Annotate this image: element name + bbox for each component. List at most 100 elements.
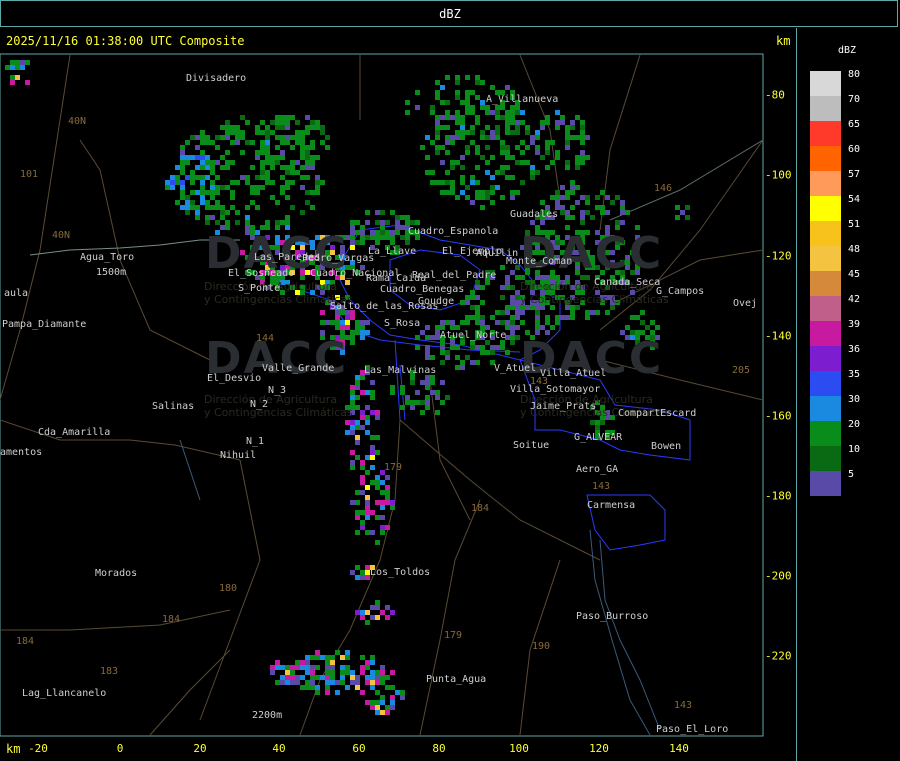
echo-pixel — [375, 675, 380, 680]
echo-pixel — [310, 670, 315, 675]
echo-pixel — [470, 200, 475, 205]
echo-pixel — [455, 365, 460, 370]
echo-pixel — [570, 125, 575, 130]
echo-pixel — [440, 160, 445, 165]
echo-pixel — [510, 175, 515, 180]
echo-pixel — [390, 700, 395, 705]
echo-pixel — [545, 165, 550, 170]
echo-pixel — [500, 115, 505, 120]
echo-pixel — [260, 175, 265, 180]
echo-pixel — [455, 115, 460, 120]
echo-pixel — [295, 160, 300, 165]
echo-pixel — [415, 400, 420, 405]
echo-pixel — [485, 145, 490, 150]
echo-pixel — [470, 290, 475, 295]
echo-pixel — [305, 665, 310, 670]
echo-pixel — [385, 220, 390, 225]
echo-pixel — [190, 205, 195, 210]
route-label: 205 — [732, 365, 751, 376]
echo-pixel — [325, 655, 330, 660]
echo-pixel — [505, 350, 510, 355]
echo-pixel — [540, 120, 545, 125]
echo-pixel — [520, 110, 525, 115]
echo-pixel — [370, 230, 375, 235]
echo-pixel — [505, 165, 510, 170]
route-label: 184 — [471, 503, 490, 514]
echo-pixel — [565, 210, 570, 215]
echo-pixel — [205, 190, 210, 195]
echo-pixel — [375, 410, 380, 415]
echo-pixel — [350, 330, 355, 335]
radar-map[interactable] — [0, 0, 797, 761]
echo-pixel — [375, 670, 380, 675]
echo-pixel — [290, 205, 295, 210]
echo-pixel — [355, 675, 360, 680]
echo-pixel — [435, 125, 440, 130]
echo-pixel — [325, 135, 330, 140]
place-label: N_2 — [250, 399, 269, 410]
echo-pixel — [465, 110, 470, 115]
echo-pixel — [315, 690, 320, 695]
echo-pixel — [515, 145, 520, 150]
echo-pixel — [255, 205, 260, 210]
echo-pixel — [275, 115, 280, 120]
echo-pixel — [450, 135, 455, 140]
echo-pixel — [370, 480, 375, 485]
echo-pixel — [285, 140, 290, 145]
echo-pixel — [375, 450, 380, 455]
echo-pixel — [475, 150, 480, 155]
echo-pixel — [185, 210, 190, 215]
echo-pixel — [300, 685, 305, 690]
echo-pixel — [535, 130, 540, 135]
echo-pixel — [480, 205, 485, 210]
echo-pixel — [255, 155, 260, 160]
echo-pixel — [580, 195, 585, 200]
echo-pixel — [355, 680, 360, 685]
echo-pixel — [440, 360, 445, 365]
echo-pixel — [375, 480, 380, 485]
echo-pixel — [365, 665, 370, 670]
echo-pixel — [205, 155, 210, 160]
echo-pixel — [375, 485, 380, 490]
echo-pixel — [315, 125, 320, 130]
echo-pixel — [380, 675, 385, 680]
echo-pixel — [395, 215, 400, 220]
echo-pixel — [380, 610, 385, 615]
echo-pixel — [570, 120, 575, 125]
echo-pixel — [555, 315, 560, 320]
legend-label: 10 — [848, 444, 861, 455]
echo-pixel — [220, 155, 225, 160]
echo-pixel — [375, 680, 380, 685]
echo-pixel — [500, 105, 505, 110]
echo-pixel — [290, 115, 295, 120]
route-label: 144 — [256, 333, 275, 344]
echo-pixel — [545, 315, 550, 320]
echo-pixel — [475, 120, 480, 125]
echo-pixel — [615, 195, 620, 200]
echo-pixel — [465, 150, 470, 155]
echo-pixel — [350, 500, 355, 505]
echo-pixel — [370, 455, 375, 460]
echo-pixel — [255, 125, 260, 130]
echo-pixel — [220, 125, 225, 130]
echo-pixel — [385, 495, 390, 500]
legend-swatch — [810, 171, 841, 196]
echo-pixel — [425, 385, 430, 390]
echo-pixel — [430, 390, 435, 395]
echo-pixel — [495, 125, 500, 130]
place-label: Paso_Burroso — [576, 611, 649, 622]
echo-pixel — [375, 540, 380, 545]
echo-pixel — [455, 80, 460, 85]
echo-pixel — [230, 205, 235, 210]
echo-pixel — [455, 160, 460, 165]
echo-pixel — [510, 335, 515, 340]
echo-pixel — [565, 165, 570, 170]
echo-pixel — [530, 170, 535, 175]
echo-pixel — [375, 415, 380, 420]
echo-pixel — [425, 325, 430, 330]
echo-pixel — [250, 165, 255, 170]
echo-pixel — [365, 330, 370, 335]
echo-pixel — [265, 125, 270, 130]
echo-pixel — [355, 380, 360, 385]
place-label: amentos — [0, 447, 43, 458]
